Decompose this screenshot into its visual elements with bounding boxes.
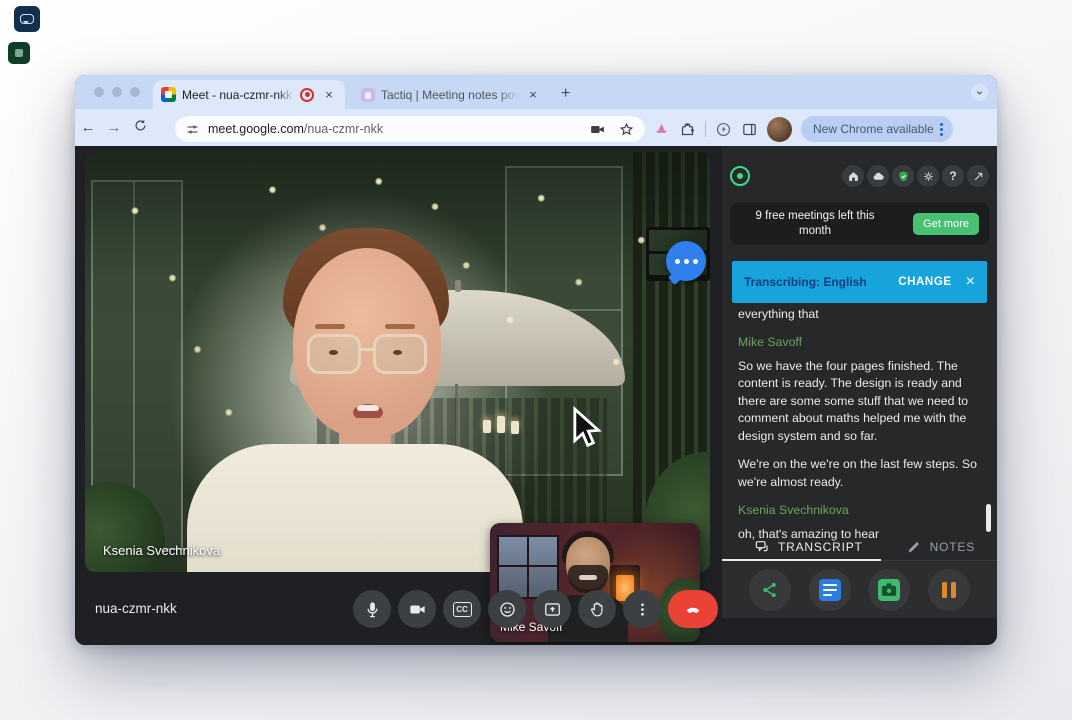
transcript-line: everything that bbox=[738, 306, 980, 323]
transcript-scrollbar[interactable] bbox=[986, 504, 991, 532]
tune-icon[interactable] bbox=[185, 122, 200, 137]
bookmark-star-icon[interactable] bbox=[618, 121, 635, 138]
reactions-button[interactable] bbox=[488, 590, 526, 628]
browser-menu-icon[interactable] bbox=[934, 121, 949, 138]
sidebar-action-bar bbox=[722, 562, 997, 618]
speaker-name: Ksenia Svechnikova bbox=[738, 502, 980, 519]
change-language-button[interactable]: CHANGE bbox=[898, 276, 951, 288]
url-host: meet.google.com bbox=[208, 122, 304, 136]
transcript-line: We're on the we're on the last few steps… bbox=[738, 456, 980, 491]
camera-button[interactable] bbox=[398, 590, 436, 628]
transcript-panel: everything that Mike Savoff So we have t… bbox=[738, 306, 980, 554]
candle bbox=[497, 416, 505, 433]
eye bbox=[329, 350, 338, 355]
recording-indicator-icon bbox=[300, 88, 314, 102]
tactiq-logo-icon bbox=[730, 166, 750, 186]
quota-text: 9 free meetings left this month bbox=[740, 209, 890, 239]
url-bar[interactable]: meet.google.com/nua-czmr-nkk bbox=[175, 116, 645, 142]
transcribing-banner: Transcribing: English CHANGE × bbox=[732, 261, 987, 303]
captions-button[interactable]: CC bbox=[443, 590, 481, 628]
tab-search-chevron-icon[interactable] bbox=[971, 84, 988, 101]
help-icon[interactable]: ? bbox=[942, 165, 964, 187]
meeting-code: nua-czmr-nkk bbox=[95, 601, 177, 616]
screenshot-button[interactable] bbox=[868, 569, 910, 611]
meet-favicon bbox=[161, 87, 176, 102]
meet-page: Ksenia Svechnikova Mike Savoff nua-czmr-… bbox=[75, 146, 997, 645]
end-call-button[interactable] bbox=[668, 590, 718, 628]
tab-transcript[interactable]: TRANSCRIPT bbox=[754, 533, 863, 560]
new-tab-button[interactable]: + bbox=[561, 85, 570, 103]
tactiq-favicon bbox=[361, 88, 375, 102]
eye bbox=[393, 350, 402, 355]
tactiq-extension-icon[interactable] bbox=[653, 121, 670, 138]
quota-banner: 9 free meetings left this month Get more bbox=[730, 202, 989, 245]
browser-window: Meet - nua-czmr-nkk × Tactiq | Meeting n… bbox=[75, 75, 997, 645]
desktop-chat-app-icon[interactable] bbox=[14, 6, 40, 32]
refresh-button[interactable] bbox=[127, 118, 153, 137]
transcribing-label: Transcribing: English bbox=[744, 275, 867, 289]
url-text: meet.google.com/nua-czmr-nkk bbox=[208, 122, 589, 136]
share-button[interactable] bbox=[749, 569, 791, 611]
tab-transcript-label: TRANSCRIPT bbox=[778, 540, 863, 554]
pause-icon bbox=[942, 582, 956, 598]
pencil-icon bbox=[906, 539, 922, 555]
cloud-upload-icon[interactable] bbox=[867, 165, 889, 187]
close-tab-icon[interactable]: × bbox=[321, 87, 337, 103]
toolbar-divider bbox=[705, 121, 706, 137]
raise-hand-button[interactable] bbox=[578, 590, 616, 628]
detach-panel-icon[interactable] bbox=[967, 165, 989, 187]
export-to-docs-button[interactable] bbox=[809, 569, 851, 611]
pause-recording-button[interactable] bbox=[928, 569, 970, 611]
tab-meet[interactable]: Meet - nua-czmr-nkk × bbox=[153, 80, 345, 109]
desktop-green-app-icon[interactable] bbox=[8, 42, 30, 64]
cc-icon: CC bbox=[453, 602, 472, 617]
chrome-update-button[interactable]: New Chrome available bbox=[801, 116, 953, 142]
tab-notes-label: NOTES bbox=[930, 540, 975, 554]
camera-icon bbox=[878, 579, 900, 601]
microphone-button[interactable] bbox=[353, 590, 391, 628]
get-more-button[interactable]: Get more bbox=[913, 213, 979, 235]
eyebrow bbox=[385, 324, 415, 329]
chat-bubbles-icon bbox=[754, 539, 770, 555]
present-button[interactable] bbox=[533, 590, 571, 628]
window-controls[interactable] bbox=[94, 87, 140, 97]
tab-capture-icon[interactable] bbox=[589, 121, 606, 138]
shield-check-icon[interactable] bbox=[892, 165, 914, 187]
tab-notes[interactable]: NOTES bbox=[906, 533, 975, 560]
extensions-puzzle-icon[interactable] bbox=[679, 121, 696, 138]
sidebar-tabs: TRANSCRIPT NOTES bbox=[722, 533, 997, 561]
meet-control-bar: nua-czmr-nkk CC bbox=[75, 572, 722, 645]
close-tab-icon[interactable]: × bbox=[525, 87, 541, 103]
candle bbox=[483, 420, 491, 433]
forward-button[interactable]: → bbox=[101, 119, 127, 136]
google-docs-icon bbox=[819, 579, 841, 601]
chrome-update-label: New Chrome available bbox=[813, 122, 934, 136]
close-banner-icon[interactable]: × bbox=[966, 274, 975, 290]
tab-tactiq[interactable]: Tactiq | Meeting notes powe × bbox=[351, 80, 551, 109]
back-button[interactable]: ← bbox=[75, 119, 101, 136]
mouse-cursor bbox=[570, 406, 608, 450]
transcript-line: So we have the four pages finished. The … bbox=[738, 358, 980, 445]
url-path: /nua-czmr-nkk bbox=[304, 122, 383, 136]
tactiq-chat-bubble-icon[interactable] bbox=[666, 241, 706, 281]
tab-title: Meet - nua-czmr-nkk bbox=[182, 88, 294, 102]
participant-shirt bbox=[187, 444, 523, 572]
chat-bubble-icon bbox=[20, 14, 34, 24]
tab-strip: Meet - nua-czmr-nkk × Tactiq | Meeting n… bbox=[75, 75, 997, 109]
speaker-name: Mike Savoff bbox=[738, 334, 980, 351]
home-icon[interactable] bbox=[842, 165, 864, 187]
glasses-bridge bbox=[361, 348, 373, 351]
tab-title: Tactiq | Meeting notes powe bbox=[381, 88, 519, 102]
eyebrow bbox=[315, 324, 345, 329]
profile-avatar[interactable] bbox=[767, 117, 792, 142]
settings-gear-icon[interactable] bbox=[917, 165, 939, 187]
speed-badge-icon[interactable] bbox=[715, 121, 732, 138]
side-panel-icon[interactable] bbox=[741, 121, 758, 138]
more-options-button[interactable] bbox=[623, 590, 661, 628]
candle bbox=[511, 421, 519, 434]
main-video-tile: Ksenia Svechnikova bbox=[85, 152, 710, 572]
participant-name-label: Ksenia Svechnikova bbox=[103, 543, 220, 558]
help-glyph: ? bbox=[949, 169, 956, 183]
tactiq-sidebar: ? 9 free meetings left this month Get mo… bbox=[722, 146, 997, 618]
